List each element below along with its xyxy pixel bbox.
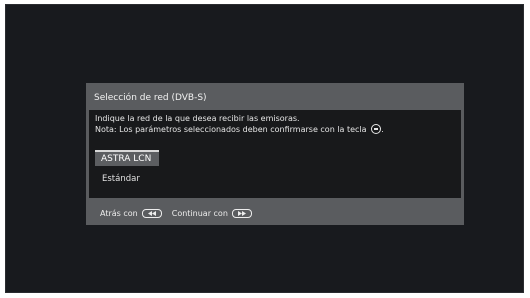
option-label: ASTRA LCN (101, 154, 152, 164)
footer-hints: Atrás con Continuar con (100, 209, 252, 218)
network-selection-dialog: Selección de red (DVB-S) Indique la red … (86, 83, 464, 225)
dialog-title: Selección de red (DVB-S) (94, 93, 207, 103)
dialog-body: Indique la red de la que desea recibir l… (89, 110, 461, 198)
option-astra-lcn[interactable]: ASTRA LCN (95, 150, 159, 166)
instruction-line-2-text: Nota: Los parámetros seleccionados deben… (95, 125, 367, 134)
back-hint: Atrás con (100, 209, 138, 218)
rewind-key-icon (141, 209, 162, 218)
option-label: Estándar (102, 174, 140, 184)
instruction-line-1: Indique la red de la que desea recibir l… (95, 114, 300, 123)
option-estandar[interactable]: Estándar (102, 174, 140, 184)
instruction-text: Indique la red de la que desea recibir l… (95, 114, 384, 135)
fast-forward-key-icon (231, 209, 252, 218)
continue-hint: Continuar con (171, 209, 228, 218)
ok-key-icon (371, 124, 382, 134)
instruction-line-2-end: . (381, 125, 384, 134)
tv-screen: Selección de red (DVB-S) Indique la red … (5, 4, 524, 293)
instruction-line-2: Nota: Los parámetros seleccionados deben… (95, 124, 384, 135)
